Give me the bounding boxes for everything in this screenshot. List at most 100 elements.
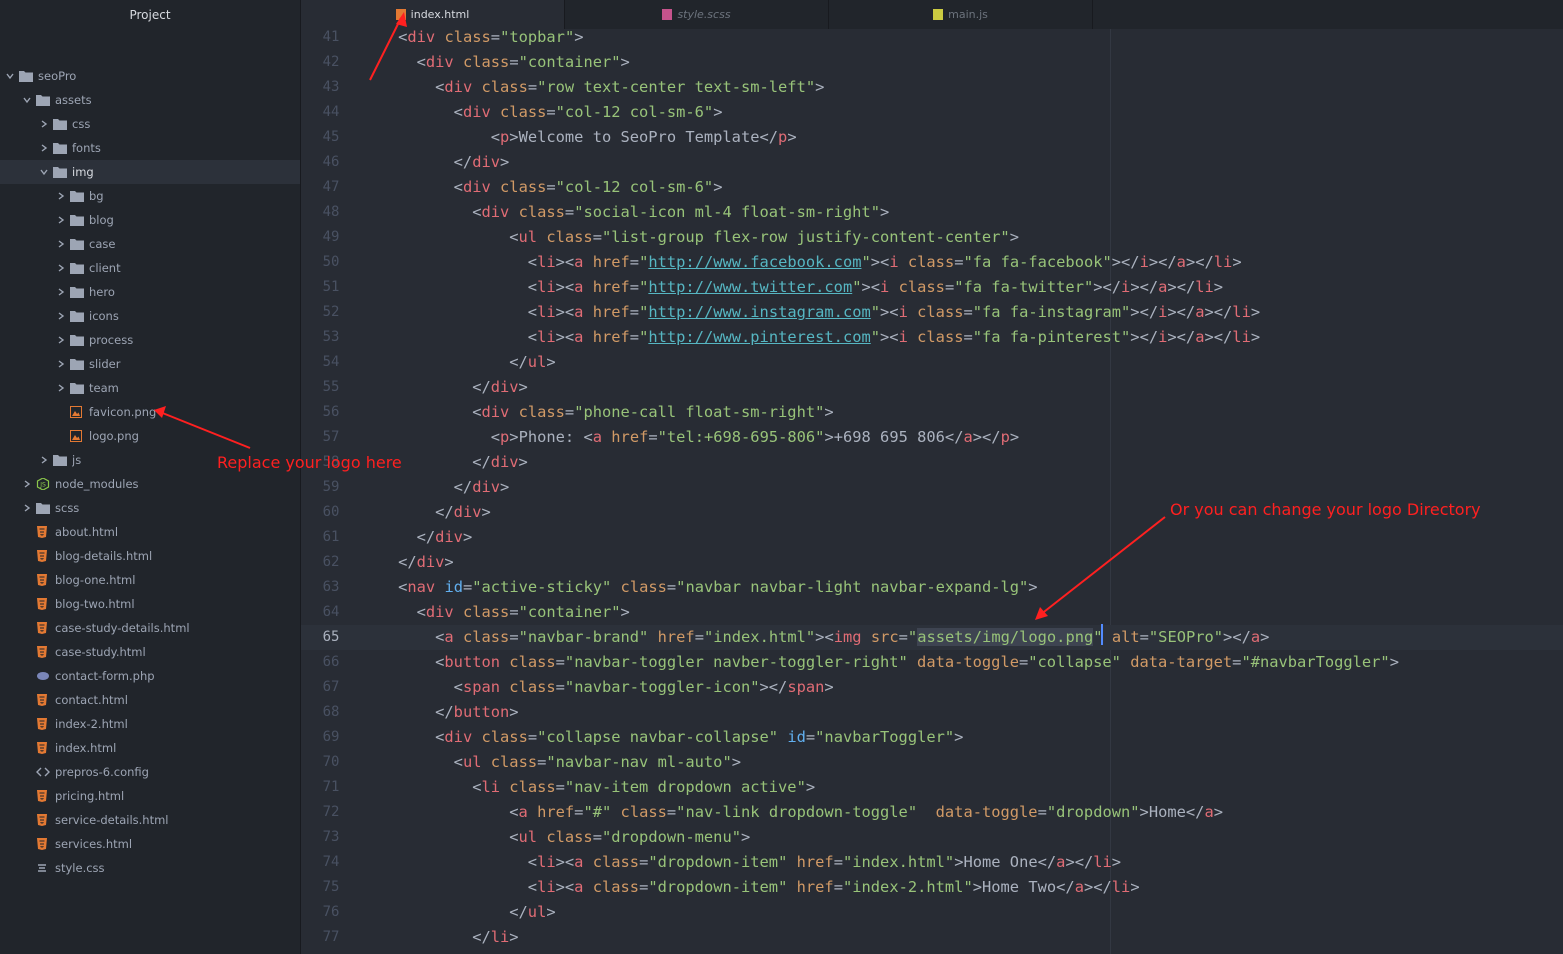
code-line[interactable]: <li><a href="http://www.facebook.com"><i…: [361, 250, 1563, 275]
tree-item-contact-form-php[interactable]: contact-form.php: [0, 664, 300, 688]
code-token: >: [574, 28, 584, 46]
tree-item-node-modules[interactable]: JS node_modules: [0, 472, 300, 496]
tree-item-process[interactable]: process: [0, 328, 300, 352]
chevron-right-icon[interactable]: [23, 504, 31, 512]
tree-item-img[interactable]: img: [0, 160, 300, 184]
chevron-right-icon[interactable]: [57, 216, 65, 224]
chevron-right-icon[interactable]: [57, 312, 65, 320]
chevron-right-icon[interactable]: [57, 360, 65, 368]
tree-item-blog-one-html[interactable]: blog-one.html: [0, 568, 300, 592]
chevron-right-icon[interactable]: [40, 120, 48, 128]
code-line[interactable]: <li><a href="http://www.twitter.com"><i …: [361, 275, 1563, 300]
tree-item-blog[interactable]: blog: [0, 208, 300, 232]
chevron-right-icon[interactable]: [57, 288, 65, 296]
code-line[interactable]: <li><a href="http://www.pinterest.com"><…: [361, 325, 1563, 350]
tree-item-contact-html[interactable]: contact.html: [0, 688, 300, 712]
code-line[interactable]: <button class="navbar-toggler navber-tog…: [361, 650, 1563, 675]
code-line[interactable]: </div>: [361, 450, 1563, 475]
chevron-right-icon[interactable]: [57, 192, 65, 200]
tree-item-label: favicon.png: [89, 405, 157, 419]
code-line[interactable]: <ul class="navbar-nav ml-auto">: [361, 750, 1563, 775]
code-line[interactable]: <div class="col-12 col-sm-6">: [361, 100, 1563, 125]
tree-item-assets[interactable]: assets: [0, 88, 300, 112]
code-area[interactable]: <div class="topbar"> <div class="contain…: [361, 28, 1563, 954]
tree-item-scss[interactable]: scss: [0, 496, 300, 520]
tree-item-case-study-details-html[interactable]: case-study-details.html: [0, 616, 300, 640]
code-line[interactable]: <div class="container">: [361, 600, 1563, 625]
code-line[interactable]: <li><a class="dropdown-item" href="index…: [361, 875, 1563, 900]
chevron-right-icon[interactable]: [40, 456, 48, 464]
tree-item-css[interactable]: css: [0, 112, 300, 136]
tree-item-about-html[interactable]: about.html: [0, 520, 300, 544]
code-line[interactable]: <li><a href="http://www.instagram.com"><…: [361, 300, 1563, 325]
chevron-down-icon[interactable]: [6, 72, 14, 80]
code-token: "#navbarToggler": [1241, 653, 1390, 671]
chevron-right-icon[interactable]: [57, 384, 65, 392]
code-token: "col-12 col-sm-6": [555, 178, 714, 196]
code-line[interactable]: <a href="#" class="nav-link dropdown-tog…: [361, 800, 1563, 825]
code-line[interactable]: <li><a class="dropdown-item" href="index…: [361, 850, 1563, 875]
tree-item-hero[interactable]: hero: [0, 280, 300, 304]
chevron-right-icon[interactable]: [57, 336, 65, 344]
code-line[interactable]: <a class="navbar-brand" href="index.html…: [361, 625, 1563, 650]
code-line[interactable]: <nav id="active-sticky" class="navbar na…: [361, 575, 1563, 600]
code-line[interactable]: </div>: [361, 475, 1563, 500]
tree-item-case[interactable]: case: [0, 232, 300, 256]
code-line[interactable]: <div class="topbar">: [361, 25, 1563, 50]
tree-item-slider[interactable]: slider: [0, 352, 300, 376]
code-line[interactable]: </ul>: [361, 350, 1563, 375]
tree-item-service-details-html[interactable]: service-details.html: [0, 808, 300, 832]
tree-item-fonts[interactable]: fonts: [0, 136, 300, 160]
code-line[interactable]: <div class="collapse navbar-collapse" id…: [361, 725, 1563, 750]
code-line[interactable]: <div class="social-icon ml-4 float-sm-ri…: [361, 200, 1563, 225]
code-line[interactable]: <ul class="list-group flex-row justify-c…: [361, 225, 1563, 250]
code-line[interactable]: <div class="row text-center text-sm-left…: [361, 75, 1563, 100]
code-line[interactable]: </div>: [361, 550, 1563, 575]
folder-icon: [53, 166, 67, 178]
tree-item-logo-png[interactable]: logo.png: [0, 424, 300, 448]
tree-item-style-css[interactable]: style.css: [0, 856, 300, 880]
code-line[interactable]: <ul class="dropdown-menu">: [361, 825, 1563, 850]
chevron-right-icon[interactable]: [40, 144, 48, 152]
chevron-down-icon[interactable]: [40, 168, 48, 176]
code-line[interactable]: </div>: [361, 525, 1563, 550]
code-token: "navbar-toggler navber-toggler-right": [564, 653, 908, 671]
tree-item-bg[interactable]: bg: [0, 184, 300, 208]
chevron-right-icon[interactable]: [57, 240, 65, 248]
tree-item-case-study-html[interactable]: case-study.html: [0, 640, 300, 664]
code-token: ": [639, 303, 649, 321]
tree-item-index-2-html[interactable]: index-2.html: [0, 712, 300, 736]
code-token: =: [629, 328, 640, 346]
tree-item-services-html[interactable]: services.html: [0, 832, 300, 856]
tree-item-icons[interactable]: icons: [0, 304, 300, 328]
code-line[interactable]: <p>Welcome to SeoPro Template</p>: [361, 125, 1563, 150]
code-token: >: [509, 128, 519, 146]
tree-item-pricing-html[interactable]: pricing.html: [0, 784, 300, 808]
tree-item-favicon-png[interactable]: favicon.png: [0, 400, 300, 424]
chevron-right-icon[interactable]: [57, 264, 65, 272]
chevron-right-icon[interactable]: [23, 480, 31, 488]
code-line[interactable]: <span class="navbar-toggler-icon"></span…: [361, 675, 1563, 700]
tree-item-seopro[interactable]: seoPro: [0, 64, 300, 88]
tree-item-team[interactable]: team: [0, 376, 300, 400]
code-line[interactable]: <div class="phone-call float-sm-right">: [361, 400, 1563, 425]
code-line[interactable]: <p>Phone: <a href="tel:+698-695-806">+69…: [361, 425, 1563, 450]
code-line[interactable]: </div>: [361, 150, 1563, 175]
tree-item-blog-two-html[interactable]: blog-two.html: [0, 592, 300, 616]
tree-item-blog-details-html[interactable]: blog-details.html: [0, 544, 300, 568]
code-token: ></: [1204, 328, 1233, 346]
code-token: "navbar-toggler-icon": [564, 678, 760, 696]
chevron-down-icon[interactable]: [23, 96, 31, 104]
code-line[interactable]: </li>: [361, 925, 1563, 950]
tree-item-client[interactable]: client: [0, 256, 300, 280]
code-line[interactable]: <li class="nav-item dropdown active">: [361, 775, 1563, 800]
code-line[interactable]: </button>: [361, 700, 1563, 725]
code-line[interactable]: </div>: [361, 375, 1563, 400]
tree-item-index-html[interactable]: index.html: [0, 736, 300, 760]
tree-item-prepros-6-config[interactable]: prepros-6.config: [0, 760, 300, 784]
code-line[interactable]: <div class="container">: [361, 50, 1563, 75]
code-line[interactable]: <div class="col-12 col-sm-6">: [361, 175, 1563, 200]
code-line[interactable]: </ul>: [361, 900, 1563, 925]
code-token: =: [833, 878, 843, 896]
